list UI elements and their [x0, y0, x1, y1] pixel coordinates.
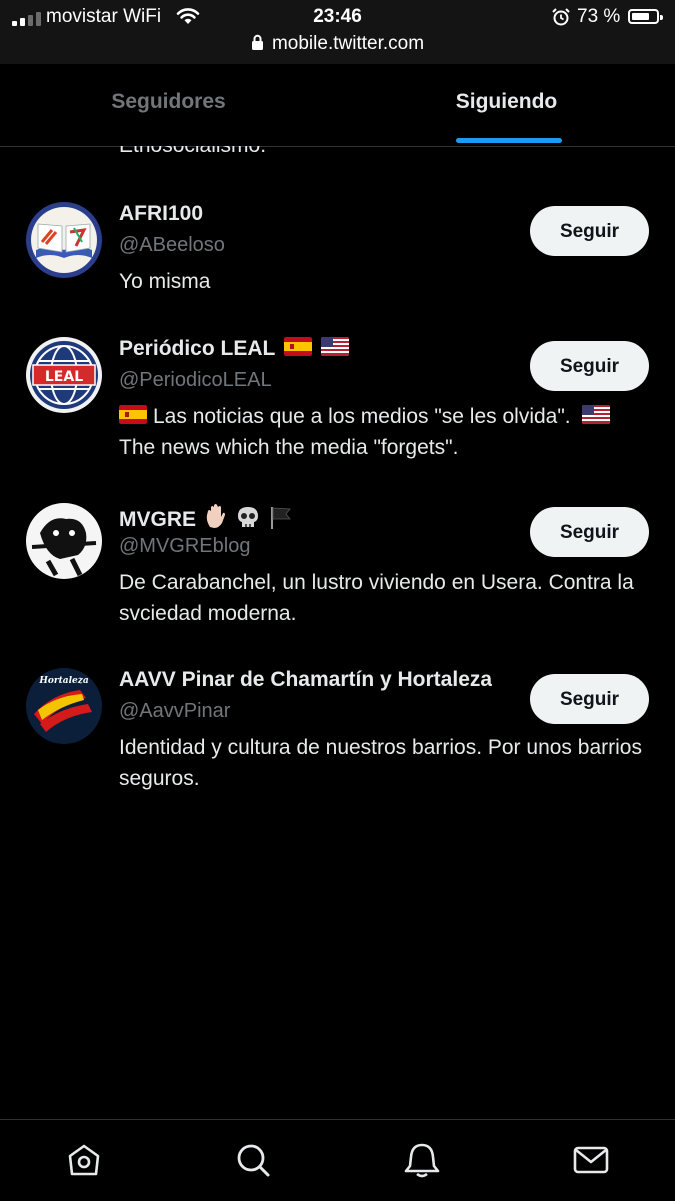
avatar[interactable]: [26, 503, 102, 579]
home-icon[interactable]: [66, 1142, 102, 1178]
bottom-nav: [0, 1119, 675, 1201]
search-icon[interactable]: [235, 1142, 271, 1178]
avatar[interactable]: Hortaleza: [26, 668, 102, 744]
spain-flag-icon: [283, 337, 312, 356]
avatar[interactable]: LEAL: [26, 337, 102, 413]
tab-siguiendo[interactable]: Siguiendo: [338, 64, 675, 146]
avatar-logo-text: Hortaleza: [38, 676, 88, 686]
account-bio: Identidad y cultura de nuestros barrios.…: [119, 736, 642, 790]
lock-icon: [251, 34, 263, 50]
alarm-icon: [552, 8, 570, 26]
clock: 23:46: [313, 6, 362, 27]
avatar[interactable]: [26, 202, 102, 278]
following-list: Ethosocialismo. AFRI100 @ABeeloso Yo mis…: [0, 146, 675, 1119]
tab-seguidores[interactable]: Seguidores: [0, 64, 337, 146]
account-bio: De Carabanchel, un lustro viviendo en Us…: [119, 571, 634, 625]
account-name: MVGRE: [119, 508, 197, 531]
spain-flag-icon: [119, 405, 147, 424]
list-item[interactable]: AFRI100 @ABeeloso Yo misma Seguir: [0, 202, 675, 322]
usa-flag-icon: [320, 337, 349, 356]
account-name-row[interactable]: MVGRE: [119, 503, 292, 532]
account-name: Periódico LEAL: [119, 337, 275, 360]
black-flag-icon: [270, 507, 291, 529]
list-item[interactable]: MVGRE @MVGREblog De Carabanchel, un lust…: [0, 503, 675, 643]
bio-text: Las noticias que a los medios "se les ol…: [153, 405, 571, 428]
status-bar: movistar WiFi 23:46 73 % mobile.twitter.…: [0, 0, 675, 64]
usa-flag-icon: [582, 405, 611, 424]
account-handle: @PeriodicoLEAL: [119, 369, 272, 391]
bio-text-2: The news which the media "forgets".: [119, 436, 459, 459]
skull-icon: [237, 507, 258, 527]
partial-bio: Ethosocialismo.: [119, 146, 266, 158]
list-item[interactable]: LEAL Periódico LEAL @PeriodicoLEAL Las n…: [0, 337, 675, 477]
account-bio: Las noticias que a los medios "se les ol…: [119, 401, 649, 463]
follow-button[interactable]: Seguir: [530, 674, 649, 724]
follow-button[interactable]: Seguir: [530, 341, 649, 391]
account-handle: @MVGREblog: [119, 535, 251, 557]
active-tab-indicator: [456, 138, 562, 143]
mail-icon[interactable]: [573, 1142, 609, 1178]
follow-button[interactable]: Seguir: [530, 206, 649, 256]
follow-button[interactable]: Seguir: [530, 507, 649, 557]
account-handle: @AavvPinar: [119, 700, 231, 722]
address-bar[interactable]: mobile.twitter.com: [0, 33, 675, 55]
account-name-row[interactable]: Periódico LEAL: [119, 337, 349, 361]
follow-tabs: Seguidores Siguiendo: [0, 64, 675, 147]
account-bio: Yo misma: [119, 270, 211, 293]
battery-icon: [628, 9, 663, 24]
url-text: mobile.twitter.com: [271, 33, 425, 54]
raised-hand-icon: [206, 504, 225, 528]
avatar-logo-text: LEAL: [45, 369, 83, 385]
account-name[interactable]: AFRI100: [119, 202, 203, 226]
list-item[interactable]: Hortaleza AAVV Pinar de Chamartín y Hort…: [0, 668, 675, 808]
account-handle: @ABeeloso: [119, 234, 225, 256]
battery-percent: 73 %: [577, 6, 621, 27]
bell-icon[interactable]: [404, 1142, 440, 1178]
account-name[interactable]: AAVV Pinar de Chamartín y Hortaleza: [119, 668, 492, 692]
